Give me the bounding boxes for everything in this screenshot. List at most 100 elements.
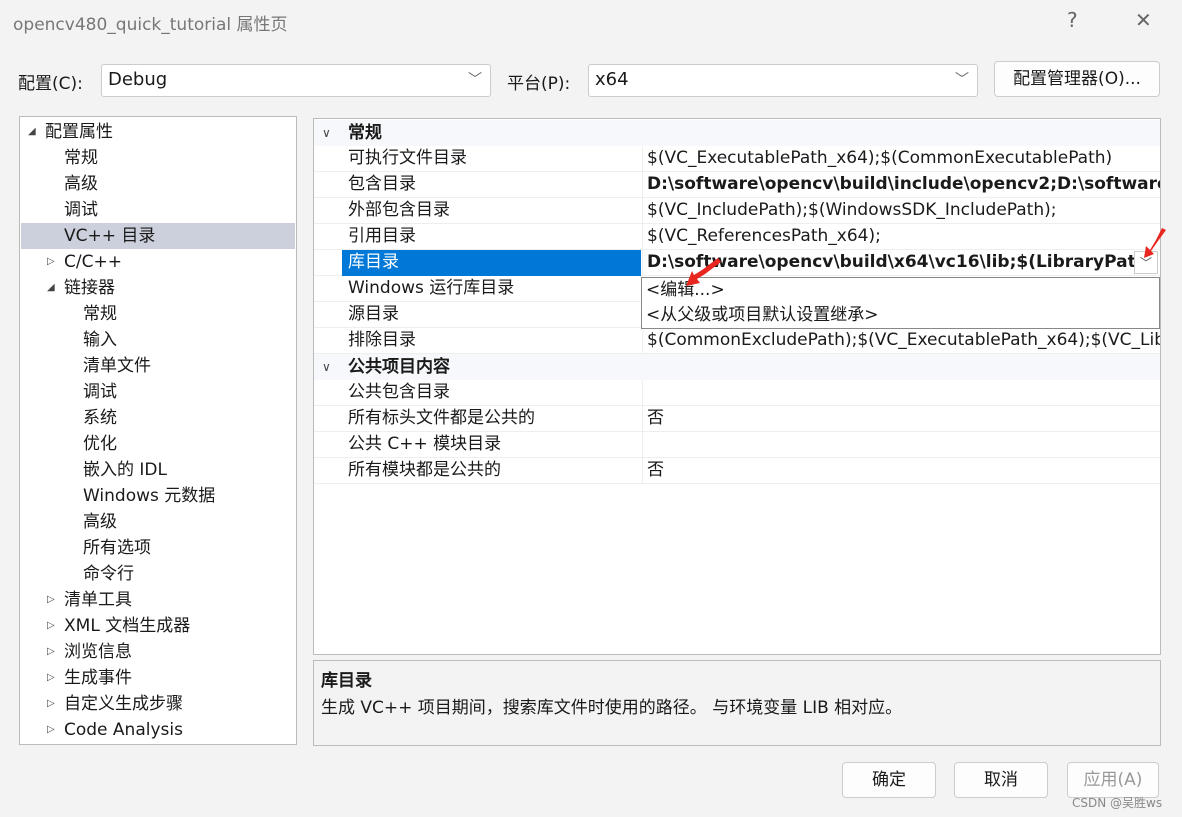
property-value[interactable]: $(VC_ReferencesPath_x64); xyxy=(642,224,1160,250)
section-title: 公共项目内容 xyxy=(348,357,450,377)
property-row[interactable]: 库目录 D:\software\opencv\build\x64\vc16\lib… xyxy=(314,250,1160,276)
tree-item[interactable]: ◢ 配置属性 xyxy=(21,119,295,145)
tree-item-label: 优化 xyxy=(83,434,117,454)
platform-label: 平台(P): xyxy=(507,74,571,94)
tree-item-label: 配置属性 xyxy=(45,122,113,142)
expand-icon[interactable]: ▷ xyxy=(47,587,55,613)
property-name: 排除目录 xyxy=(348,330,416,350)
description-text: 生成 VC++ 项目期间，搜索库文件时使用的路径。 与环境变量 LIB 相对应。 xyxy=(321,698,903,718)
tree-item[interactable]: ▷ C/C++ xyxy=(21,249,295,275)
property-row[interactable]: 包含目录 D:\software\opencv\build\include\ope… xyxy=(314,172,1160,198)
value-dropdown-menu[interactable]: <编辑...> <从父级或项目默认设置继承> xyxy=(641,277,1160,329)
property-name: 所有标头文件都是公共的 xyxy=(348,408,535,428)
property-value[interactable]: D:\software\opencv\build\x64\vc16\lib;$(… xyxy=(642,250,1160,276)
tree-item[interactable]: 调试 xyxy=(21,197,295,223)
property-row[interactable]: 外部包含目录 $(VC_IncludePath);$(WindowsSDK_Inc… xyxy=(314,198,1160,224)
tree-item[interactable]: 高级 xyxy=(21,171,295,197)
config-manager-button[interactable]: 配置管理器(O)... xyxy=(994,61,1160,97)
property-name: 公共包含目录 xyxy=(348,382,450,402)
tree-item[interactable]: 清单文件 xyxy=(21,353,295,379)
help-button[interactable]: ? xyxy=(1067,8,1078,32)
tree-item[interactable]: ▷ XML 文档生成器 xyxy=(21,613,295,639)
expand-icon[interactable]: ▷ xyxy=(47,249,55,275)
expand-icon[interactable]: ▷ xyxy=(47,665,55,691)
property-value[interactable]: 否 xyxy=(642,406,1160,432)
tree-item-label: VC++ 目录 xyxy=(64,226,156,246)
tree-item-label: 命令行 xyxy=(83,564,134,584)
tree-item[interactable]: 输入 xyxy=(21,327,295,353)
tree-item-label: 常规 xyxy=(64,148,98,168)
expand-icon[interactable]: ▷ xyxy=(47,691,55,717)
tree-item[interactable]: ▷ 清单工具 xyxy=(21,587,295,613)
dropdown-option[interactable]: <从父级或项目默认设置继承> xyxy=(642,303,1159,328)
property-name: 库目录 xyxy=(342,250,641,276)
expand-icon[interactable]: ▷ xyxy=(47,613,55,639)
expand-icon[interactable]: ▷ xyxy=(47,639,55,665)
tree-item[interactable]: 系统 xyxy=(21,405,295,431)
close-button[interactable]: ✕ xyxy=(1135,8,1152,32)
property-value[interactable] xyxy=(642,380,1160,406)
property-name: 外部包含目录 xyxy=(348,200,450,220)
property-row[interactable]: 引用目录 $(VC_ReferencesPath_x64); xyxy=(314,224,1160,250)
tree-item[interactable]: 调试 xyxy=(21,379,295,405)
platform-value: x64 xyxy=(595,69,629,90)
tree-item[interactable]: VC++ 目录 xyxy=(21,223,295,249)
description-title: 库目录 xyxy=(321,671,372,691)
grid-section-header[interactable]: ∨ 常规 xyxy=(314,120,1160,146)
platform-select[interactable]: x64 ﹀ xyxy=(588,64,978,97)
tree-item-label: 生成事件 xyxy=(64,668,132,688)
tree-item-label: 输入 xyxy=(83,330,117,350)
property-row[interactable]: 所有模块都是公共的 否 xyxy=(314,458,1160,484)
dropdown-option[interactable]: <编辑...> xyxy=(642,278,1159,303)
window-title: opencv480_quick_tutorial 属性页 xyxy=(13,15,288,35)
property-value[interactable]: $(CommonExcludePath);$(VC_ExecutablePath… xyxy=(642,328,1160,354)
ok-button[interactable]: 确定 xyxy=(842,762,936,798)
tree-item[interactable]: 常规 xyxy=(21,301,295,327)
tree-item-label: 浏览信息 xyxy=(64,642,132,662)
tree-item-label: C/C++ xyxy=(64,252,122,272)
property-name: 包含目录 xyxy=(348,174,416,194)
property-value[interactable] xyxy=(642,432,1160,458)
property-row[interactable]: 公共 C++ 模块目录 xyxy=(314,432,1160,458)
tree-item[interactable]: 所有选项 xyxy=(21,535,295,561)
chevron-down-icon[interactable]: ﹀ xyxy=(1134,251,1158,274)
tree-item-label: 调试 xyxy=(64,200,98,220)
property-name: 源目录 xyxy=(348,304,399,324)
tree-item[interactable]: ▷ 自定义生成步骤 xyxy=(21,691,295,717)
tree-item[interactable]: 优化 xyxy=(21,431,295,457)
tree-item[interactable]: ▷ Code Analysis xyxy=(21,717,295,743)
collapse-icon[interactable]: ◢ xyxy=(47,275,55,301)
property-grid[interactable]: ∨ 常规可执行文件目录 $(VC_ExecutablePath_x64);$(Com… xyxy=(313,118,1161,655)
property-tree[interactable]: ◢ 配置属性 常规 高级 调试 VC++ 目录 ▷ C/C++ ◢ 链接器 常规 输入 清单文件 调试 系统… xyxy=(19,116,297,745)
property-row[interactable]: 可执行文件目录 $(VC_ExecutablePath_x64);$(Common… xyxy=(314,146,1160,172)
tree-item-label: 自定义生成步骤 xyxy=(64,694,183,714)
cancel-button[interactable]: 取消 xyxy=(954,762,1048,798)
expand-icon[interactable]: ▷ xyxy=(47,717,55,743)
grid-section-header[interactable]: ∨ 公共项目内容 xyxy=(314,354,1160,380)
property-row[interactable]: 排除目录 $(CommonExcludePath);$(VC_Executable… xyxy=(314,328,1160,354)
property-row[interactable]: 所有标头文件都是公共的 否 xyxy=(314,406,1160,432)
tree-item[interactable]: ◢ 链接器 xyxy=(21,275,295,301)
tree-item[interactable]: 命令行 xyxy=(21,561,295,587)
collapse-icon[interactable]: ◢ xyxy=(28,119,36,145)
tree-item[interactable]: 高级 xyxy=(21,509,295,535)
tree-item-label: 系统 xyxy=(83,408,117,428)
property-value[interactable]: D:\software\opencv\build\include\opencv2… xyxy=(642,172,1160,198)
property-name: 所有模块都是公共的 xyxy=(348,460,501,480)
property-row[interactable]: 公共包含目录 xyxy=(314,380,1160,406)
property-value[interactable]: $(VC_ExecutablePath_x64);$(CommonExecuta… xyxy=(642,146,1160,172)
property-name: 可执行文件目录 xyxy=(348,148,467,168)
tree-item-label: 清单文件 xyxy=(83,356,151,376)
config-select[interactable]: Debug ﹀ xyxy=(101,64,491,97)
property-value[interactable]: 否 xyxy=(642,458,1160,484)
section-title: 常规 xyxy=(348,123,382,143)
tree-item[interactable]: 嵌入的 IDL xyxy=(21,457,295,483)
apply-button[interactable]: 应用(A) xyxy=(1067,762,1159,798)
tree-item[interactable]: Windows 元数据 xyxy=(21,483,295,509)
collapse-icon[interactable]: ∨ xyxy=(322,354,331,380)
property-value[interactable]: $(VC_IncludePath);$(WindowsSDK_IncludePa… xyxy=(642,198,1160,224)
collapse-icon[interactable]: ∨ xyxy=(322,120,331,146)
tree-item[interactable]: ▷ 生成事件 xyxy=(21,665,295,691)
tree-item[interactable]: 常规 xyxy=(21,145,295,171)
tree-item[interactable]: ▷ 浏览信息 xyxy=(21,639,295,665)
